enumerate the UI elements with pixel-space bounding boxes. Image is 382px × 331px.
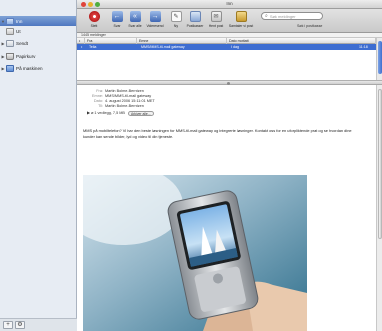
- message-list-scrollbar[interactable]: [376, 38, 382, 80]
- reply-button[interactable]: ← Svar: [108, 11, 126, 31]
- sidebar-item-on-my-mac[interactable]: ▶ På maskinen: [0, 63, 76, 73]
- notes-button[interactable]: Samtaler vi post: [229, 11, 253, 31]
- forward-button[interactable]: → Videresend: [146, 11, 164, 31]
- get-mail-icon: ✉: [210, 11, 222, 22]
- reply-icon: ←: [111, 11, 123, 22]
- attached-phone-photo: [83, 175, 307, 331]
- message-preview: Fra: Martin Bolme-Berntzen Emne: MMS/MMS-t…: [77, 85, 376, 331]
- sidebar-item-label: Sendt: [16, 40, 29, 46]
- mail-window: ▼ Inn Ut ▶ Sendt ▶ Papirkurv ▶ På maskin…: [0, 0, 382, 331]
- window-title: Inn: [226, 1, 233, 6]
- mailboxes-icon: [189, 11, 201, 22]
- reply-all-button[interactable]: « Svar alle: [126, 11, 144, 31]
- paperclip-icon: ⌀: [90, 111, 94, 115]
- mailboxes-button[interactable]: Postkasser: [186, 11, 204, 31]
- disclosure-triangle-icon[interactable]: ▶: [87, 111, 90, 115]
- sidebar-item-sent[interactable]: ▶ Sendt: [0, 38, 76, 48]
- sidebar-item-label: Inn: [16, 18, 23, 24]
- search-icon: ⌕: [265, 13, 268, 19]
- get-mail-button[interactable]: ✉ Hent post: [207, 11, 225, 31]
- forward-icon: →: [149, 11, 161, 22]
- delete-button[interactable]: Slett: [85, 11, 103, 31]
- message-list[interactable]: [77, 50, 376, 80]
- preview-scrollbar[interactable]: [376, 85, 382, 331]
- toolbar: Slett ← Svar « Svar alle → Videresend ✎ …: [77, 9, 382, 33]
- inbox-icon: [6, 17, 14, 25]
- mailbox-sidebar: ▼ Inn Ut ▶ Sendt ▶ Papirkurv ▶ På maskin…: [0, 0, 77, 331]
- sidebar-item-inbox[interactable]: ▼ Inn: [0, 16, 76, 26]
- new-message-button[interactable]: ✎ Ny: [167, 11, 185, 31]
- title-bar: Inn: [77, 0, 382, 9]
- outbox-icon: [6, 27, 14, 35]
- delete-icon: [88, 11, 100, 22]
- save-attachments-button[interactable]: Arkiver alle...: [128, 110, 154, 116]
- sent-icon: [6, 39, 14, 47]
- header-subject: Emne: MMS/MMS-til-mail gateway: [92, 94, 152, 98]
- attachment-summary: 1 vedlegg, 7,5 MB: [94, 111, 125, 115]
- sidebar-item-outbox[interactable]: Ut: [0, 26, 76, 36]
- message-body: MMS på mobiltelefon? Vi har den beste lø…: [83, 128, 352, 139]
- sidebar-bottom-bar: + ⚙: [0, 318, 77, 331]
- notes-icon: [235, 11, 247, 22]
- header-date: Dato: 4. august 2006 15:11:01 MET: [93, 99, 155, 103]
- action-button[interactable]: ⚙: [15, 321, 25, 329]
- scrollbar-thumb[interactable]: [378, 89, 382, 239]
- new-message-icon: ✎: [170, 11, 182, 22]
- header-to: Til: Martin Bolme-Berntzen: [98, 104, 144, 108]
- sidebar-item-label: Ut: [16, 28, 21, 34]
- trash-icon: [6, 52, 14, 60]
- search-input[interactable]: ⌕ Søk meldinger: [261, 12, 323, 20]
- reply-all-icon: «: [129, 11, 141, 22]
- add-mailbox-button[interactable]: +: [3, 321, 13, 329]
- search-scope-label[interactable]: Søk i postkasse: [297, 24, 322, 28]
- scrollbar-thumb[interactable]: [378, 41, 382, 74]
- search-placeholder: Søk meldinger: [269, 13, 296, 19]
- main-pane: Inn Slett ← Svar « Svar alle → Videresen…: [77, 0, 382, 331]
- attachment-row: ▶ ⌀ 1 vedlegg, 7,5 MB Arkiver alle...: [87, 110, 154, 116]
- folder-icon: [6, 64, 14, 72]
- sidebar-item-label: På maskinen: [16, 65, 43, 71]
- sidebar-item-label: Papirkurv: [16, 53, 36, 59]
- header-from: Fra: Martin Bolme-Berntzen: [96, 89, 144, 93]
- sidebar-item-trash[interactable]: ▶ Papirkurv: [0, 51, 76, 61]
